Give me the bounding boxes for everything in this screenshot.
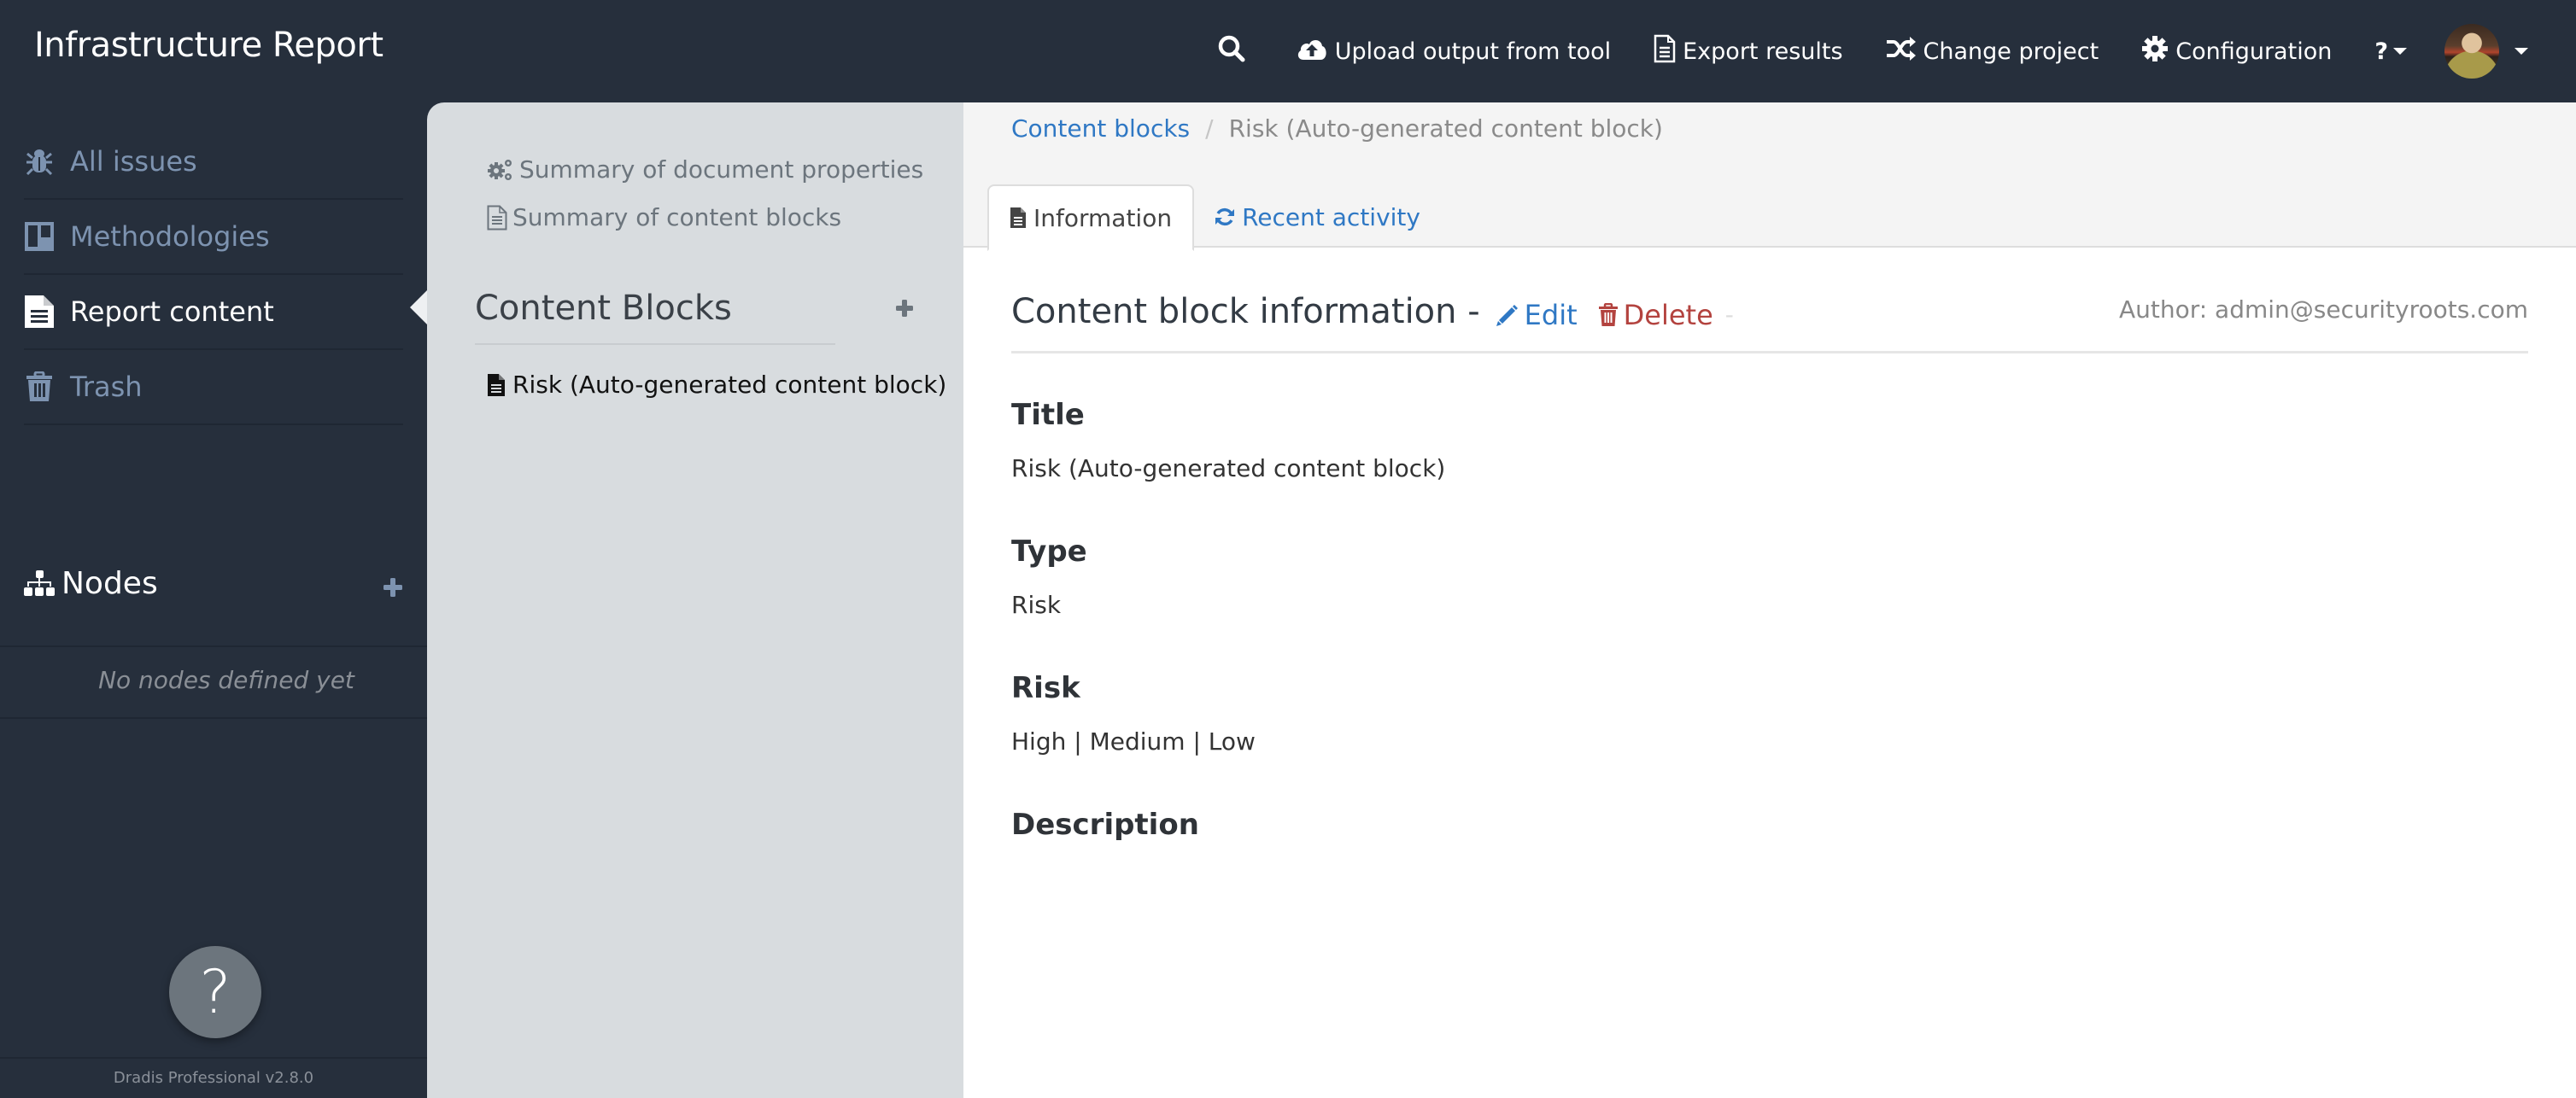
top-navbar: Infrastructure Report Upload output from…	[0, 0, 2576, 102]
chevron-down-icon	[2393, 48, 2407, 55]
field-value-type: Risk	[1011, 591, 1062, 619]
delete-label: Delete	[1623, 299, 1713, 331]
summary-content-blocks-label: Summary of content blocks	[512, 203, 842, 231]
gear-icon	[2141, 35, 2175, 68]
sidebar: All issues Methodologies Report content …	[0, 102, 427, 1098]
avatar	[2444, 24, 2499, 79]
navbar-actions: Upload output from tool Export results C…	[1217, 0, 2528, 102]
delete-button[interactable]: Delete	[1598, 299, 1713, 331]
random-icon	[1886, 36, 1923, 67]
sidebar-item-all-issues[interactable]: All issues	[24, 125, 403, 200]
sidebar-item-label: Report content	[70, 295, 274, 328]
gears-icon	[487, 157, 514, 183]
file-icon	[487, 373, 506, 397]
nodes-empty-message: No nodes defined yet	[98, 666, 354, 694]
nodes-header: Nodes	[24, 555, 403, 611]
tab-label: Information	[1033, 203, 1173, 232]
file-text-icon	[1654, 34, 1683, 69]
content-block-item-label: Risk (Auto-generated content block)	[512, 371, 947, 399]
upload-output-button[interactable]: Upload output from tool	[1296, 37, 1611, 67]
tab-label: Recent activity	[1242, 202, 1420, 231]
sidebar-item-label: Trash	[70, 371, 143, 403]
summary-content-blocks-link[interactable]: Summary of content blocks	[487, 203, 841, 231]
content-block-item[interactable]: Risk (Auto-generated content block)	[487, 371, 946, 399]
divider	[475, 343, 835, 345]
tab-information[interactable]: Information	[987, 184, 1195, 251]
summary-document-properties-link[interactable]: Summary of document properties	[487, 155, 923, 184]
sidebar-item-methodologies[interactable]: Methodologies	[24, 200, 403, 275]
add-content-block-button[interactable]	[895, 299, 914, 321]
field-label-title: Title	[1011, 398, 1085, 432]
content-block-detail: Content blocks / Risk (Auto-generated co…	[963, 102, 2576, 1098]
change-project-button[interactable]: Change project	[1886, 36, 2099, 67]
divider	[0, 1057, 427, 1059]
sidebar-item-trash[interactable]: Trash	[24, 350, 403, 425]
search-button[interactable]	[1217, 34, 1253, 69]
file-icon	[1010, 207, 1027, 229]
field-label-type: Type	[1011, 534, 1087, 569]
user-menu[interactable]	[2444, 24, 2528, 79]
cloud-upload-icon	[1296, 37, 1335, 67]
sidebar-item-report-content[interactable]: Report content	[24, 275, 403, 350]
section-title: Content block information -	[1011, 292, 1480, 331]
app-version: Dradis Professional v2.8.0	[113, 1069, 314, 1087]
help-icon: ?	[2374, 38, 2388, 65]
upload-output-label: Upload output from tool	[1334, 38, 1612, 65]
sidebar-item-label: Methodologies	[70, 220, 270, 253]
export-results-button[interactable]: Export results	[1654, 34, 1843, 69]
board-icon	[24, 221, 55, 252]
field-value-risk: High | Medium | Low	[1011, 727, 1256, 756]
field-value-title: Risk (Auto-generated content block)	[1011, 454, 1446, 482]
edit-label: Edit	[1524, 299, 1578, 331]
bug-icon	[24, 146, 55, 177]
tabs: Information Recent activity	[987, 184, 1441, 251]
breadcrumb: Content blocks / Risk (Auto-generated co…	[1011, 114, 1663, 143]
breadcrumb-bar: Content blocks / Risk (Auto-generated co…	[963, 102, 2576, 251]
separator-dash: -	[1724, 301, 1734, 329]
field-label-description: Description	[1011, 808, 1199, 842]
nodes-title: Nodes	[61, 565, 158, 601]
divider	[0, 645, 427, 647]
divider	[0, 717, 427, 719]
summary-document-properties-label: Summary of document properties	[519, 155, 924, 184]
export-results-label: Export results	[1683, 38, 1843, 65]
question-icon: ?	[199, 957, 231, 1027]
author-label: Author: admin@securityroots.com	[2118, 295, 2528, 324]
add-node-button[interactable]	[383, 570, 403, 605]
tab-recent-activity[interactable]: Recent activity	[1194, 184, 1441, 249]
report-content-panel: Summary of document properties Summary o…	[427, 102, 963, 1098]
file-outline-icon	[487, 205, 507, 231]
file-icon	[24, 295, 55, 329]
refresh-icon	[1215, 207, 1235, 227]
help-dropdown[interactable]: ?	[2374, 38, 2407, 65]
field-label-risk: Risk	[1011, 671, 1080, 705]
trash-icon	[24, 371, 55, 402]
breadcrumb-separator: /	[1205, 114, 1214, 143]
sitemap-icon	[24, 569, 55, 597]
active-item-pointer	[410, 290, 427, 324]
change-project-label: Change project	[1923, 38, 2099, 65]
content-blocks-heading: Content Blocks	[475, 289, 732, 328]
help-button[interactable]: ?	[169, 946, 261, 1038]
project-title[interactable]: Infrastructure Report	[34, 26, 383, 65]
chevron-down-icon	[2515, 48, 2528, 55]
search-icon	[1217, 34, 1253, 69]
configuration-label: Configuration	[2175, 38, 2333, 65]
pencil-icon	[1496, 303, 1519, 327]
breadcrumb-current: Risk (Auto-generated content block)	[1228, 114, 1663, 143]
sidebar-item-label: All issues	[70, 145, 197, 178]
configuration-button[interactable]: Configuration	[2141, 35, 2332, 68]
edit-button[interactable]: Edit	[1496, 299, 1578, 331]
breadcrumb-content-blocks-link[interactable]: Content blocks	[1011, 114, 1190, 143]
trash-icon	[1598, 303, 1619, 327]
